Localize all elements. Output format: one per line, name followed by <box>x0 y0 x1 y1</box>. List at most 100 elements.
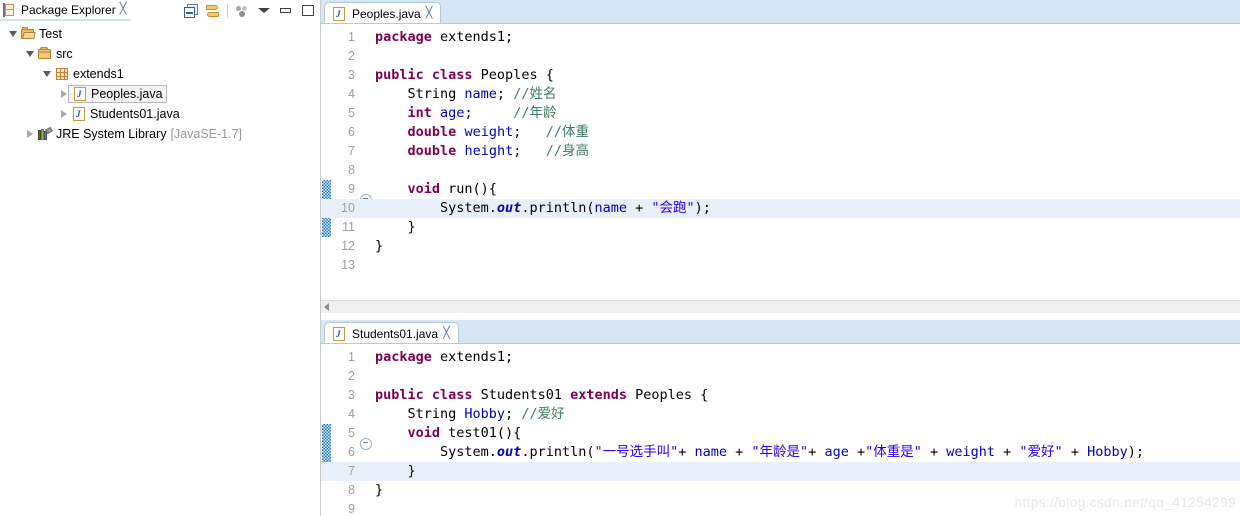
editor-area: J Peoples.java ╳ 1 package extends1; 2 3 public… <box>321 0 1240 516</box>
tree-item-content[interactable]: J Peoples.java <box>68 85 167 103</box>
code-line[interactable]: 4 String Hobby; //爱好 <box>321 405 1240 424</box>
tree-item-content[interactable]: extends1 <box>54 66 124 82</box>
editor-tab-label: Students01.java <box>352 326 439 341</box>
editor-peoples-java: J Peoples.java ╳ 1 package extends1; 2 3 public… <box>321 0 1240 314</box>
focus-on-active-task-icon[interactable] <box>234 3 250 19</box>
tree-item-label: Peoples.java <box>91 87 163 101</box>
package-explorer-tab-label: Package Explorer <box>21 2 116 17</box>
tree-item-label: extends1 <box>73 67 124 81</box>
chevron-right-icon[interactable] <box>23 127 37 141</box>
scroll-left-arrow-icon[interactable] <box>324 303 329 311</box>
scrollbar-thumb[interactable] <box>339 302 1222 313</box>
chevron-right-icon[interactable] <box>57 107 71 121</box>
code-line[interactable]: 7 } <box>321 462 1240 481</box>
minimize-icon[interactable] <box>278 3 294 19</box>
close-icon[interactable]: ╳ <box>426 8 433 19</box>
tree-item-jre-system-library[interactable]: JRE System Library [JavaSE-1.7] <box>0 124 320 144</box>
line-number: 4 <box>348 87 355 101</box>
code-text: public class Students01 extends Peoples … <box>375 387 709 403</box>
code-line[interactable]: 11 } <box>321 218 1240 237</box>
code-lines: 1 package extends1; 2 3 public class Student… <box>321 348 1240 516</box>
line-number: 8 <box>348 483 355 497</box>
line-number: 4 <box>348 407 355 421</box>
code-line[interactable]: 2 <box>321 47 1240 66</box>
chevron-down-icon[interactable] <box>40 67 54 81</box>
editor-tabstrip: J Students01.java ╳ <box>321 320 1240 344</box>
line-number: 8 <box>348 163 355 177</box>
code-line[interactable]: 4 String name; //姓名 <box>321 85 1240 104</box>
package-explorer-toolbar <box>183 0 316 21</box>
tree-item-students01-java[interactable]: J Students01.java <box>0 104 320 124</box>
chevron-down-icon[interactable] <box>23 47 37 61</box>
view-menu-icon[interactable] <box>256 3 272 19</box>
java-file-icon: J <box>72 86 88 102</box>
line-number: 11 <box>342 220 355 234</box>
tree-item-content[interactable]: src <box>37 46 73 62</box>
tree-item-content[interactable]: J Students01.java <box>71 106 180 122</box>
java-file-icon: J <box>331 6 347 22</box>
project-icon <box>20 26 36 42</box>
code-text: } <box>375 463 416 479</box>
code-line[interactable]: 7 double height; //身高 <box>321 142 1240 161</box>
package-icon <box>54 66 70 82</box>
editor-students01-java: J Students01.java ╳ 1 package extends1; 2 3 pub… <box>321 320 1240 516</box>
code-line[interactable]: 13 <box>321 256 1240 275</box>
close-icon[interactable]: ╳ <box>120 4 127 15</box>
code-line[interactable]: 5 void test01(){ <box>321 424 1240 450</box>
code-text: System.out.println("一号选手叫"+ name + "年龄是"… <box>375 444 1144 460</box>
tree-item-test[interactable]: Test <box>0 24 320 44</box>
code-line[interactable]: 3 public class Students01 extends Peoples… <box>321 386 1240 405</box>
code-line[interactable]: 10 System.out.println(name + "会跑"); <box>321 199 1240 218</box>
code-text: String name; //姓名 <box>375 86 557 102</box>
code-line[interactable]: 3 public class Peoples { <box>321 66 1240 85</box>
line-number: 7 <box>348 144 355 158</box>
chevron-down-icon[interactable] <box>6 27 20 41</box>
jre-library-icon <box>37 126 53 142</box>
line-number: 5 <box>348 426 355 440</box>
code-line[interactable]: 9 void run(){ <box>321 180 1240 206</box>
collapse-all-icon[interactable] <box>183 3 199 19</box>
tree-item-label: JRE System Library <box>56 127 167 141</box>
code-line[interactable]: 8 <box>321 161 1240 180</box>
tree-item-extends1[interactable]: extends1 <box>0 64 320 84</box>
code-line[interactable]: 6 System.out.println("一号选手叫"+ name + "年龄… <box>321 443 1240 462</box>
code-line[interactable]: 1 package extends1; <box>321 348 1240 367</box>
tree-item-content[interactable]: JRE System Library [JavaSE-1.7] <box>37 126 242 142</box>
line-number: 7 <box>348 464 355 478</box>
tree-item-src[interactable]: src <box>0 44 320 64</box>
code-line[interactable]: 1 package extends1; <box>321 28 1240 47</box>
code-editor[interactable]: 1 package extends1; 2 3 public class Student… <box>321 344 1240 516</box>
editor-tabstrip: J Peoples.java ╳ <box>321 0 1240 24</box>
editor-tab-label: Peoples.java <box>352 6 421 21</box>
code-line[interactable]: 2 <box>321 367 1240 386</box>
code-line[interactable]: 6 double weight; //体重 <box>321 123 1240 142</box>
code-line[interactable]: 5 int age; //年龄 <box>321 104 1240 123</box>
code-editor[interactable]: 1 package extends1; 2 3 public class Peoples… <box>321 24 1240 314</box>
tab-package-explorer[interactable]: Package Explorer ╳ <box>0 0 132 21</box>
code-text: } <box>375 482 384 498</box>
line-number: 2 <box>348 369 355 383</box>
code-text: package extends1; <box>375 29 514 45</box>
line-number: 1 <box>348 350 355 364</box>
line-number: 2 <box>348 49 355 63</box>
close-icon[interactable]: ╳ <box>443 328 450 339</box>
tab-peoples-java[interactable]: J Peoples.java ╳ <box>324 2 442 24</box>
maximize-icon[interactable] <box>300 3 316 19</box>
tree-item-label: Test <box>39 27 62 41</box>
code-line[interactable]: 12} <box>321 237 1240 256</box>
link-with-editor-icon[interactable] <box>205 3 221 19</box>
tree-item-suffix: [JavaSE-1.7] <box>170 127 243 141</box>
line-number: 3 <box>348 388 355 402</box>
tab-students01-java[interactable]: J Students01.java ╳ <box>324 322 459 344</box>
tree-item-label: Students01.java <box>90 107 180 121</box>
code-text: package extends1; <box>375 349 514 365</box>
tree-item-peoples-java[interactable]: J Peoples.java <box>0 84 320 104</box>
project-tree[interactable]: Test src extends1 J Peoples.java J Students01.… <box>0 21 320 516</box>
horizontal-scrollbar[interactable] <box>321 300 1240 313</box>
chevron-right-icon[interactable] <box>57 87 71 101</box>
tree-item-content[interactable]: Test <box>20 26 62 42</box>
toolbar-divider <box>227 3 228 18</box>
package-explorer-icon <box>3 2 17 17</box>
line-number: 9 <box>348 182 355 196</box>
watermark: https://blog.csdn.net/qq_41254299 <box>1014 494 1236 510</box>
